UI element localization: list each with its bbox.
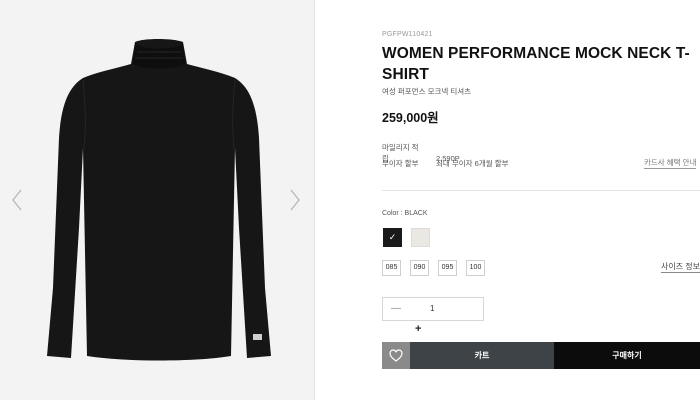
- card-benefit-link[interactable]: 카드사 혜택 안내: [644, 158, 697, 169]
- color-swatch-black[interactable]: ✓: [383, 228, 402, 247]
- installment-row: 무이자 할부 최대 무이자 6개월 할부: [382, 158, 509, 169]
- installment-label: 무이자 할부: [382, 159, 419, 168]
- quantity-minus-button[interactable]: —: [391, 303, 401, 314]
- size-option-090[interactable]: 090: [410, 260, 429, 276]
- size-guide-link[interactable]: 사이즈 정보: [661, 261, 700, 273]
- size-option-100[interactable]: 100: [466, 260, 485, 276]
- color-swatch-white[interactable]: [411, 228, 430, 247]
- product-info-panel: PGFPW110421 WOMEN PERFORMANCE MOCK NECK …: [382, 0, 700, 400]
- divider: [382, 190, 700, 191]
- product-subtitle: 여성 퍼포먼스 모크넥 티셔츠: [382, 87, 472, 96]
- add-to-cart-button[interactable]: 카트: [410, 342, 554, 369]
- product-title: WOMEN PERFORMANCE MOCK NECK T-SHIRT: [382, 45, 690, 83]
- check-icon: ✓: [388, 232, 397, 242]
- quantity-value[interactable]: 1: [430, 304, 434, 313]
- color-label: Color : BLACK: [382, 210, 428, 217]
- buy-now-button[interactable]: 구매하기: [554, 342, 700, 369]
- quantity-plus-button[interactable]: +: [415, 323, 421, 335]
- product-image: [47, 39, 271, 361]
- heart-icon: [389, 349, 403, 362]
- wishlist-button[interactable]: [382, 342, 410, 369]
- gallery-divider: [314, 0, 315, 400]
- chevron-left-icon[interactable]: [10, 188, 24, 212]
- size-option-095[interactable]: 095: [438, 260, 457, 276]
- product-code: PGFPW110421: [382, 31, 433, 38]
- product-gallery: [0, 0, 315, 400]
- product-price: 259,000원: [382, 111, 439, 125]
- installment-value: 최대 무이자 6개월 할부: [436, 159, 509, 168]
- quantity-stepper: — 1: [382, 297, 484, 321]
- size-option-085[interactable]: 085: [382, 260, 401, 276]
- chevron-right-icon[interactable]: [288, 188, 302, 212]
